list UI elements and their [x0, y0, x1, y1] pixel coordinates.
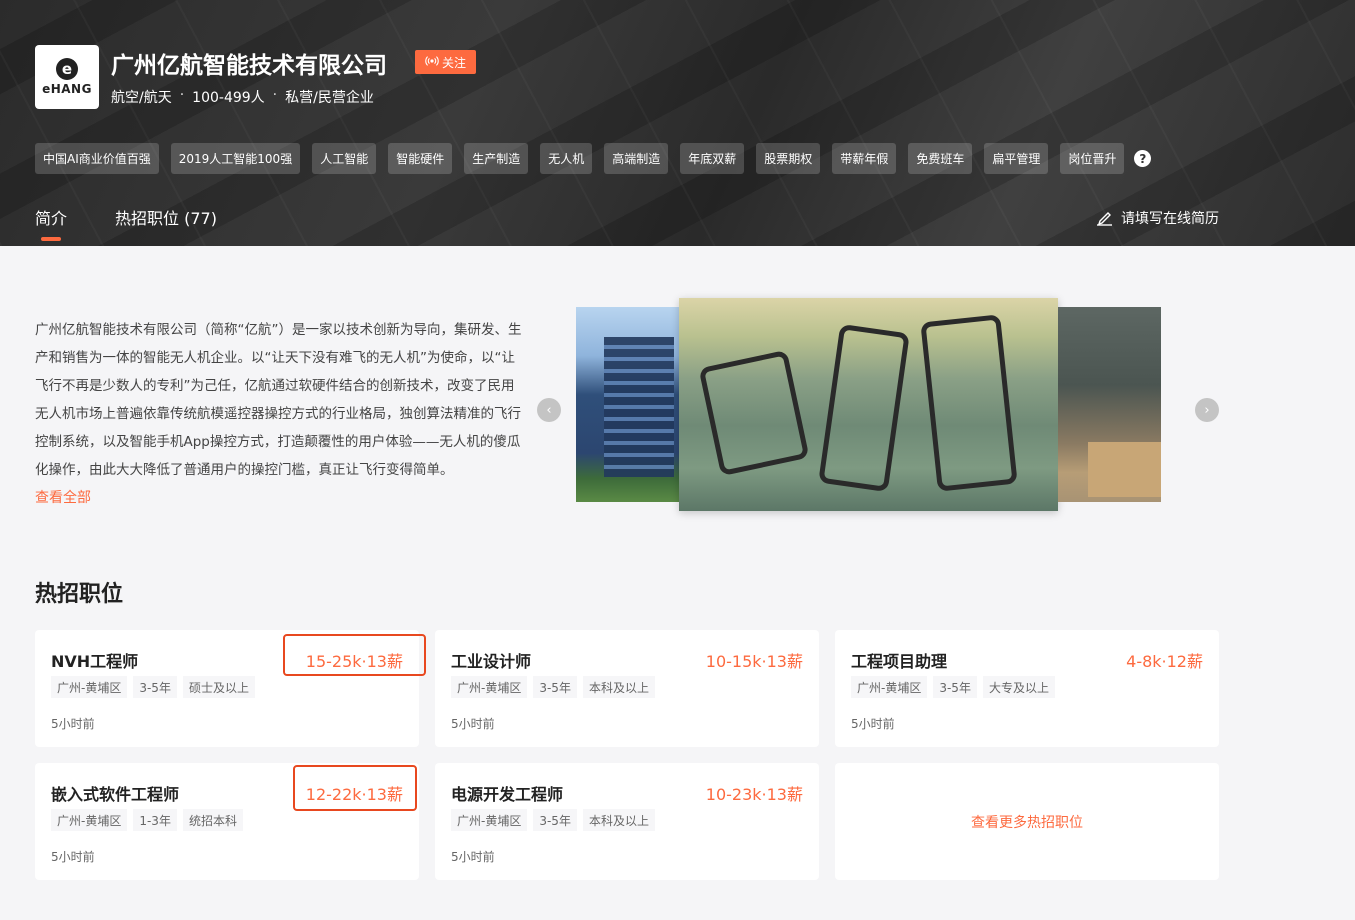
job-posted-time: 5小时前: [51, 850, 95, 864]
intro-paragraph: 广州亿航智能技术有限公司（简称“亿航”）是一家以技术创新为导向，集研发、生产和销…: [35, 322, 522, 478]
hot-jobs-title: 热招职位: [35, 582, 124, 607]
job-requirements: 广州-黄埔区 1-3年 统招本科: [51, 809, 243, 831]
job-posted-time: 5小时前: [851, 717, 895, 731]
chevron-left-icon: ‹: [546, 402, 552, 418]
job-card[interactable]: 工业设计师 10-15k·13薪 广州-黄埔区 3-5年 本科及以上 5小时前: [435, 630, 819, 747]
company-size: 100-499人: [192, 90, 265, 106]
job-location: 广州-黄埔区: [451, 809, 528, 831]
wood-counter: [1088, 442, 1161, 497]
tab-intro[interactable]: 简介: [35, 205, 67, 241]
job-title: 嵌入式软件工程师: [51, 785, 180, 804]
company-tags: 中国AI商业价值百强 2019人工智能100强 人工智能 智能硬件 生产制造 无…: [35, 143, 1152, 174]
carousel-photo-gym[interactable]: [679, 298, 1058, 511]
job-title: NVH工程师: [51, 652, 139, 671]
fill-resume-link[interactable]: 请填写在线简历: [1096, 208, 1219, 228]
job-title: 工程项目助理: [851, 652, 948, 671]
job-education: 本科及以上: [582, 676, 655, 698]
industry: 航空/航天: [111, 90, 172, 106]
meta-separator: ·: [179, 87, 185, 103]
job-location: 广州-黄埔区: [451, 676, 528, 698]
job-location: 广州-黄埔区: [51, 809, 128, 831]
job-posted-time: 5小时前: [451, 717, 495, 731]
company-tag: 扁平管理: [984, 143, 1049, 174]
job-salary: 15-25k·13薪: [305, 652, 403, 671]
job-requirements: 广州-黄埔区 3-5年 硕士及以上: [51, 676, 255, 698]
carousel-next-button[interactable]: ›: [1195, 398, 1219, 422]
fill-resume-label: 请填写在线简历: [1121, 211, 1219, 227]
chevron-right-icon: ›: [1204, 402, 1210, 418]
job-location: 广州-黄埔区: [851, 676, 928, 698]
job-education: 大专及以上: [982, 676, 1055, 698]
follow-label: 关注: [442, 55, 467, 70]
company-tag: 中国AI商业价值百强: [35, 143, 159, 174]
logo-wordmark: eHANG: [42, 82, 92, 96]
company-tag: 生产制造: [464, 143, 529, 174]
company-name: 广州亿航智能技术有限公司: [111, 53, 387, 79]
photo-carousel: ‹ ›: [536, 296, 1226, 516]
company-tabs: 简介 热招职位 (77): [35, 205, 217, 241]
help-icon[interactable]: ?: [1134, 150, 1152, 167]
job-title: 电源开发工程师: [451, 785, 564, 804]
company-tag: 免费班车: [908, 143, 973, 174]
job-card[interactable]: NVH工程师 15-25k·13薪 广州-黄埔区 3-5年 硕士及以上 5小时前: [35, 630, 419, 747]
company-tag: 股票期权: [756, 143, 821, 174]
building-facade: [604, 337, 674, 477]
company-tag: 智能硬件: [388, 143, 453, 174]
company-tag: 年底双薪: [680, 143, 745, 174]
job-location: 广州-黄埔区: [51, 676, 128, 698]
company-tag: 人工智能: [312, 143, 377, 174]
job-salary: 10-15k·13薪: [705, 652, 803, 671]
follow-button[interactable]: 关注: [415, 50, 477, 74]
job-requirements: 广州-黄埔区 3-5年 本科及以上: [451, 809, 655, 831]
job-experience: 3-5年: [533, 676, 577, 698]
job-education: 硕士及以上: [182, 676, 255, 698]
treadmill-shape: [698, 349, 810, 477]
job-education: 统招本科: [182, 809, 243, 831]
job-experience: 3-5年: [533, 809, 577, 831]
company-tag: 高端制造: [604, 143, 669, 174]
job-salary: 10-23k·13薪: [705, 785, 803, 804]
job-salary: 4-8k·12薪: [1126, 652, 1203, 671]
job-requirements: 广州-黄埔区 3-5年 大专及以上: [851, 676, 1055, 698]
company-meta: 航空/航天 · 100-499人 · 私营/民营企业: [111, 87, 374, 107]
job-experience: 3-5年: [933, 676, 977, 698]
job-posted-time: 5小时前: [51, 717, 95, 731]
job-salary: 12-22k·13薪: [305, 785, 403, 804]
job-experience: 1-3年: [133, 809, 177, 831]
company-intro: 广州亿航智能技术有限公司（简称“亿航”）是一家以技术创新为导向，集研发、生产和销…: [35, 316, 525, 484]
company-tag: 带薪年假: [832, 143, 897, 174]
job-card[interactable]: 电源开发工程师 10-23k·13薪 广州-黄埔区 3-5年 本科及以上 5小时…: [435, 763, 819, 880]
job-card[interactable]: 嵌入式软件工程师 12-22k·13薪 广州-黄埔区 1-3年 统招本科 5小时…: [35, 763, 419, 880]
pen-icon: [1096, 210, 1113, 226]
broadcast-icon: [425, 55, 439, 70]
carousel-photo-building[interactable]: [576, 307, 679, 502]
job-title: 工业设计师: [451, 652, 532, 671]
job-card[interactable]: 工程项目助理 4-8k·12薪 广州-黄埔区 3-5年 大专及以上 5小时前: [835, 630, 1219, 747]
company-tag: 2019人工智能100强: [170, 143, 301, 174]
job-experience: 3-5年: [133, 676, 177, 698]
elliptical-shape: [818, 323, 910, 493]
view-more-jobs-button[interactable]: 查看更多热招职位: [835, 763, 1219, 880]
carousel-photo-lounge[interactable]: [1058, 307, 1161, 502]
job-education: 本科及以上: [582, 809, 655, 831]
company-tag: 岗位晋升: [1060, 143, 1125, 174]
job-posted-time: 5小时前: [451, 850, 495, 864]
company-logo: e eHANG: [35, 45, 99, 109]
tab-hot-jobs[interactable]: 热招职位 (77): [115, 205, 217, 241]
company-header: e eHANG 广州亿航智能技术有限公司 关注 航空/航天 · 100-499人…: [0, 0, 1355, 246]
view-all-link[interactable]: 查看全部: [35, 487, 91, 507]
job-requirements: 广州-黄埔区 3-5年 本科及以上: [451, 676, 655, 698]
elliptical-shape: [920, 314, 1018, 492]
logo-mark: e: [56, 58, 78, 80]
carousel-prev-button[interactable]: ‹: [537, 398, 561, 422]
company-tag: 无人机: [540, 143, 593, 174]
meta-separator: ·: [272, 87, 278, 103]
company-type: 私营/民营企业: [285, 90, 374, 106]
